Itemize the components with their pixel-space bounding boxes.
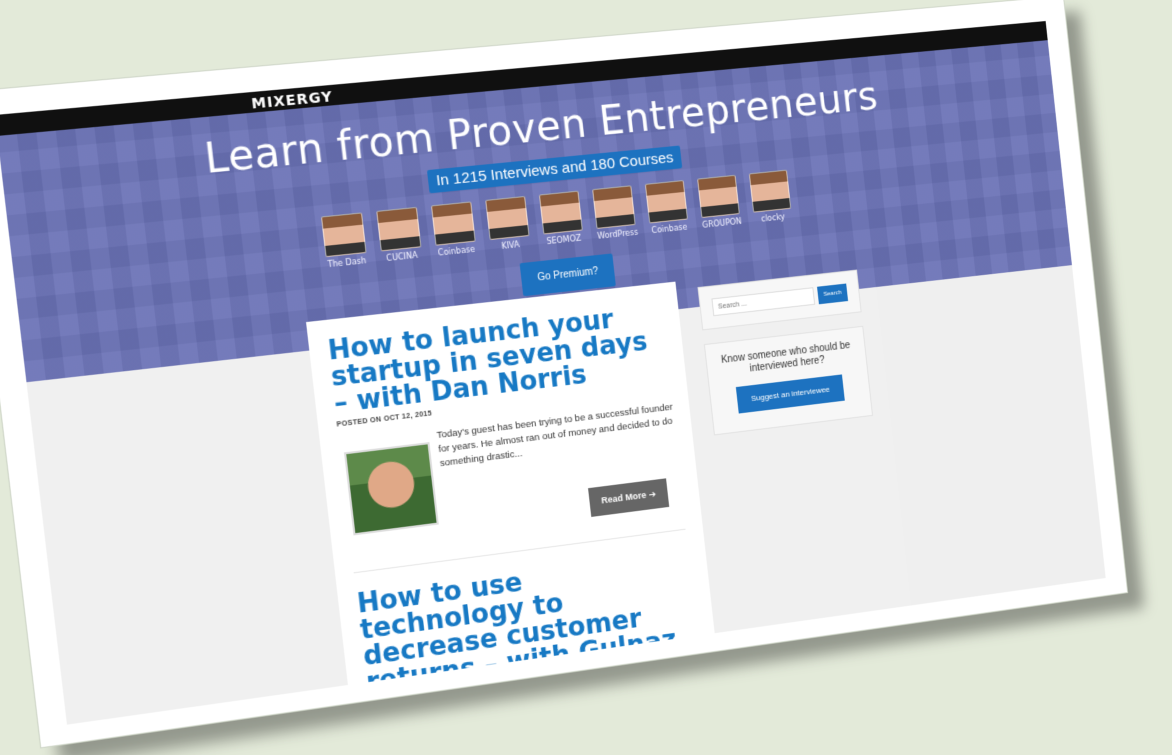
entrepreneur-tile: CUCINA	[376, 206, 423, 264]
post-item: How to launch your startup in seven days…	[326, 301, 684, 552]
search-row: Search	[711, 283, 849, 317]
entrepreneur-photo	[485, 195, 530, 241]
search-button[interactable]: Search	[817, 283, 849, 305]
photo-frame: MIXERGY Learn from Proven Entrepreneurs …	[0, 0, 1129, 749]
entrepreneur-photo	[748, 169, 792, 213]
entrepreneur-photo	[697, 174, 740, 219]
right-empty-pane	[875, 265, 1106, 606]
company-logo: Coinbase	[437, 244, 476, 258]
website-screenshot: MIXERGY Learn from Proven Entrepreneurs …	[0, 21, 1106, 725]
post-title-link[interactable]: How to launch your startup in seven days…	[326, 301, 669, 420]
company-logo: KIVA	[501, 240, 520, 251]
company-logo: GROUPON	[701, 216, 743, 230]
company-logo: SEOMOZ	[546, 233, 582, 247]
post-title-link[interactable]: How to use technology to decrease custom…	[356, 547, 702, 725]
entrepreneur-photo	[376, 206, 422, 252]
entrepreneur-photo	[538, 190, 583, 235]
suggest-widget: Know someone who should be interviewed h…	[703, 325, 874, 436]
suggest-text: Know someone who should be interviewed h…	[720, 340, 851, 375]
company-logo: Coinbase	[651, 222, 688, 236]
posts-column: How to launch your startup in seven days…	[306, 281, 720, 725]
post-item: How to use technology to decrease custom…	[356, 547, 703, 725]
entrepreneur-tile: Coinbase	[644, 180, 689, 236]
entrepreneur-tile: KIVA	[485, 195, 531, 252]
entrepreneur-tile: GROUPON	[697, 174, 743, 230]
entrepreneur-photo	[592, 185, 636, 229]
author-photo[interactable]	[343, 442, 439, 536]
sidebar: Search Know someone who should be interv…	[697, 269, 874, 450]
company-logo: WordPress	[596, 227, 639, 241]
search-input[interactable]	[711, 287, 816, 317]
scene: MIXERGY Learn from Proven Entrepreneurs …	[0, 0, 1172, 755]
entrepreneur-photo	[644, 180, 688, 224]
entrepreneur-tile: WordPress	[592, 185, 639, 241]
entrepreneur-tile: SEOMOZ	[538, 190, 584, 247]
entrepreneur-tile: Coinbase	[430, 201, 477, 258]
company-logo: The Dash	[327, 256, 367, 270]
entrepreneur-tile: clocky	[748, 169, 793, 225]
entrepreneur-photo	[320, 212, 367, 258]
suggest-interviewee-button[interactable]: Suggest an interviewee	[735, 374, 845, 414]
company-logo: clocky	[760, 212, 786, 224]
entrepreneur-tile: The Dash	[320, 212, 368, 270]
entrepreneur-photo	[430, 201, 476, 246]
read-more-button[interactable]: Read More ➔	[587, 478, 670, 517]
post-date: POSTED ON OCT 9, 2015	[371, 713, 463, 725]
tilted-screenshot: MIXERGY Learn from Proven Entrepreneurs …	[0, 0, 1129, 749]
company-logo: CUCINA	[385, 250, 419, 264]
